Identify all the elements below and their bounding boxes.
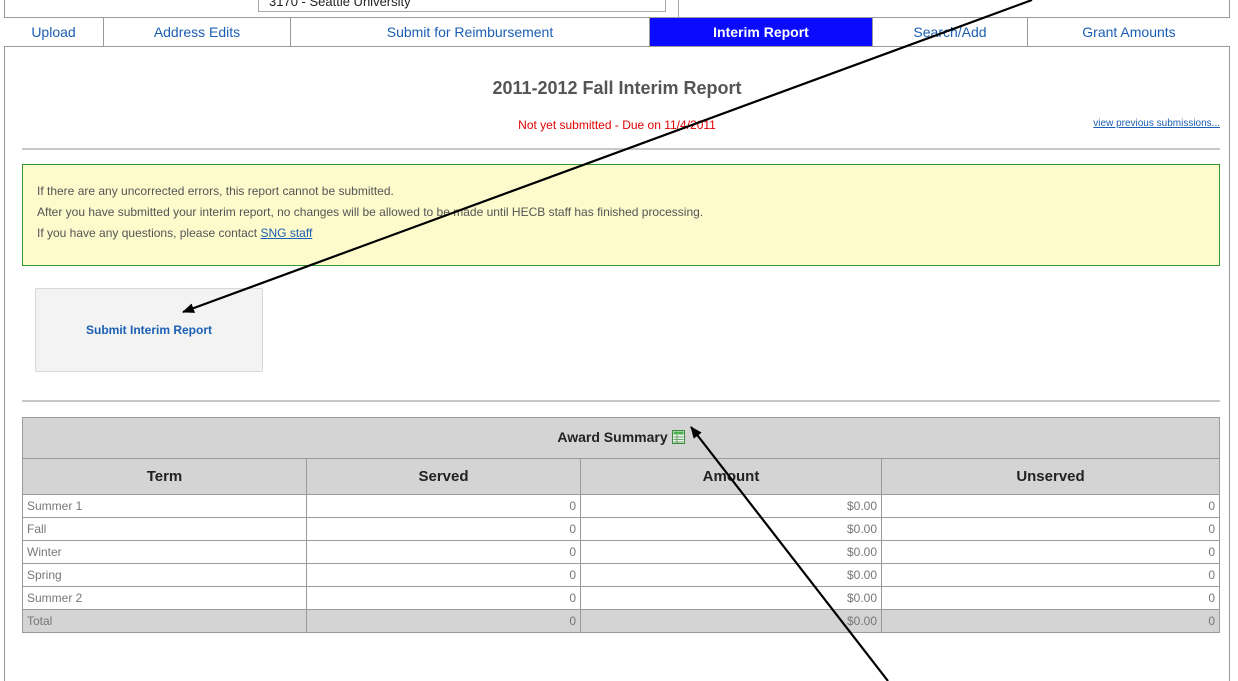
view-previous-submissions-link[interactable]: view previous submissions... (1093, 118, 1220, 129)
term-cell: Fall (22, 517, 307, 541)
top-header-strip: 3170 - Seattle University (0, 0, 1238, 17)
tab-upload[interactable]: Upload (4, 18, 104, 46)
column-header-unserved: Unserved (881, 458, 1220, 495)
frame-right-border (1229, 0, 1230, 681)
term-cell: Summer 1 (22, 494, 307, 518)
unserved-cell: 0 (881, 517, 1220, 541)
amount-cell: $0.00 (580, 494, 882, 518)
page-title: 2011-2012 Fall Interim Report (492, 78, 742, 98)
notice-line: After you have submitted your interim re… (37, 205, 704, 219)
total-amount-cell: $0.00 (580, 609, 882, 633)
school-select[interactable]: 3170 - Seattle University (258, 0, 666, 12)
unserved-cell: 0 (881, 540, 1220, 564)
notice-line: If you have any questions, please contac… (37, 223, 1219, 244)
total-served-cell: 0 (306, 609, 581, 633)
table-row: Summer 2 0 $0.00 0 (22, 586, 1220, 610)
notice-line: If there are any uncorrected errors, thi… (37, 184, 394, 198)
submit-interim-report-button[interactable]: Submit Interim Report (35, 288, 263, 372)
term-cell: Summer 2 (22, 586, 307, 610)
notice-box: If there are any uncorrected errors, thi… (22, 164, 1220, 266)
award-summary-title: Award Summary (557, 429, 668, 445)
amount-cell: $0.00 (580, 540, 882, 564)
tab-submit-for-reimbursement[interactable]: Submit for Reimbursement (291, 18, 650, 46)
term-cell: Winter (22, 540, 307, 564)
total-label-cell: Total (22, 609, 307, 633)
served-cell: 0 (306, 494, 581, 518)
table-row: Winter 0 $0.00 0 (22, 540, 1220, 564)
table-row: Fall 0 $0.00 0 (22, 517, 1220, 541)
served-cell: 0 (306, 517, 581, 541)
divider (22, 400, 1220, 402)
tab-address-edits[interactable]: Address Edits (104, 18, 291, 46)
tab-search-add[interactable]: Search/Add (873, 18, 1028, 46)
table-row: Spring 0 $0.00 0 (22, 563, 1220, 587)
award-summary-caption: Award Summary (22, 417, 1220, 459)
csv-export-icon[interactable] (671, 430, 685, 447)
amount-cell: $0.00 (580, 517, 882, 541)
column-header-term: Term (22, 458, 307, 495)
served-cell: 0 (306, 540, 581, 564)
notice-contact-text: If you have any questions, please contac… (37, 226, 261, 240)
tab-interim-report[interactable]: Interim Report (650, 18, 873, 46)
term-cell: Spring (22, 563, 307, 587)
award-summary-table: Award Summary Term Served Amount Unserve… (22, 417, 1220, 633)
sng-staff-link[interactable]: SNG staff (260, 226, 312, 240)
divider (22, 148, 1220, 150)
column-header-amount: Amount (580, 458, 882, 495)
tab-bar: Upload Address Edits Submit for Reimburs… (4, 17, 1230, 47)
column-header-served: Served (306, 458, 581, 495)
served-cell: 0 (306, 586, 581, 610)
amount-cell: $0.00 (580, 563, 882, 587)
total-unserved-cell: 0 (881, 609, 1220, 633)
tab-grant-amounts[interactable]: Grant Amounts (1028, 18, 1230, 46)
unserved-cell: 0 (881, 586, 1220, 610)
served-cell: 0 (306, 563, 581, 587)
submission-status: Not yet submitted - Due on 11/4/2011 (518, 118, 716, 132)
table-row: Summer 1 0 $0.00 0 (22, 494, 1220, 518)
header-divider (678, 0, 679, 17)
frame-left-border (4, 0, 5, 681)
total-row: Total 0 $0.00 0 (22, 609, 1220, 633)
unserved-cell: 0 (881, 563, 1220, 587)
unserved-cell: 0 (881, 494, 1220, 518)
amount-cell: $0.00 (580, 586, 882, 610)
